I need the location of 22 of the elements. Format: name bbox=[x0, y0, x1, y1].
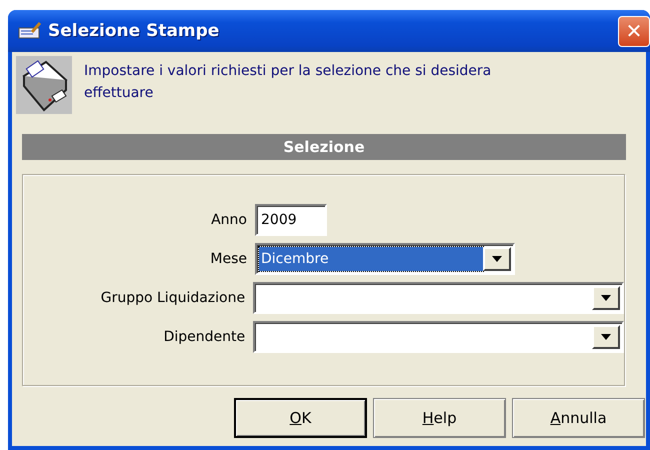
dropdown-field[interactable] bbox=[253, 320, 624, 352]
dropdown-field[interactable]: Dicembre bbox=[255, 242, 515, 274]
caret-icon bbox=[601, 334, 611, 340]
caret-icon bbox=[601, 294, 611, 300]
caret-icon bbox=[492, 256, 502, 262]
dialog-button[interactable]: OK bbox=[234, 398, 367, 438]
field-label: Anno bbox=[210, 212, 247, 228]
input-field[interactable]: 2009 bbox=[255, 204, 327, 236]
dropdown-field[interactable] bbox=[253, 282, 624, 314]
window-title: Selezione Stampe bbox=[48, 21, 220, 41]
dialog-button[interactable]: Annulla bbox=[512, 398, 645, 438]
section-header: Selezione bbox=[22, 134, 626, 160]
field-label: Gruppo Liquidazione bbox=[100, 290, 246, 306]
field-label: Dipendente bbox=[162, 328, 246, 344]
app-icon bbox=[18, 22, 42, 40]
field-label: Mese bbox=[209, 250, 247, 266]
dialog-button[interactable]: Help bbox=[373, 398, 506, 438]
dropdown-arrow-button[interactable] bbox=[483, 246, 511, 270]
printer-icon bbox=[16, 56, 72, 114]
dropdown-arrow-button[interactable] bbox=[592, 324, 620, 348]
instruction-text: Impostare i valori richiesti per la selezione che si desidera effettuare bbox=[84, 62, 492, 103]
dropdown-arrow-button[interactable] bbox=[592, 286, 620, 310]
